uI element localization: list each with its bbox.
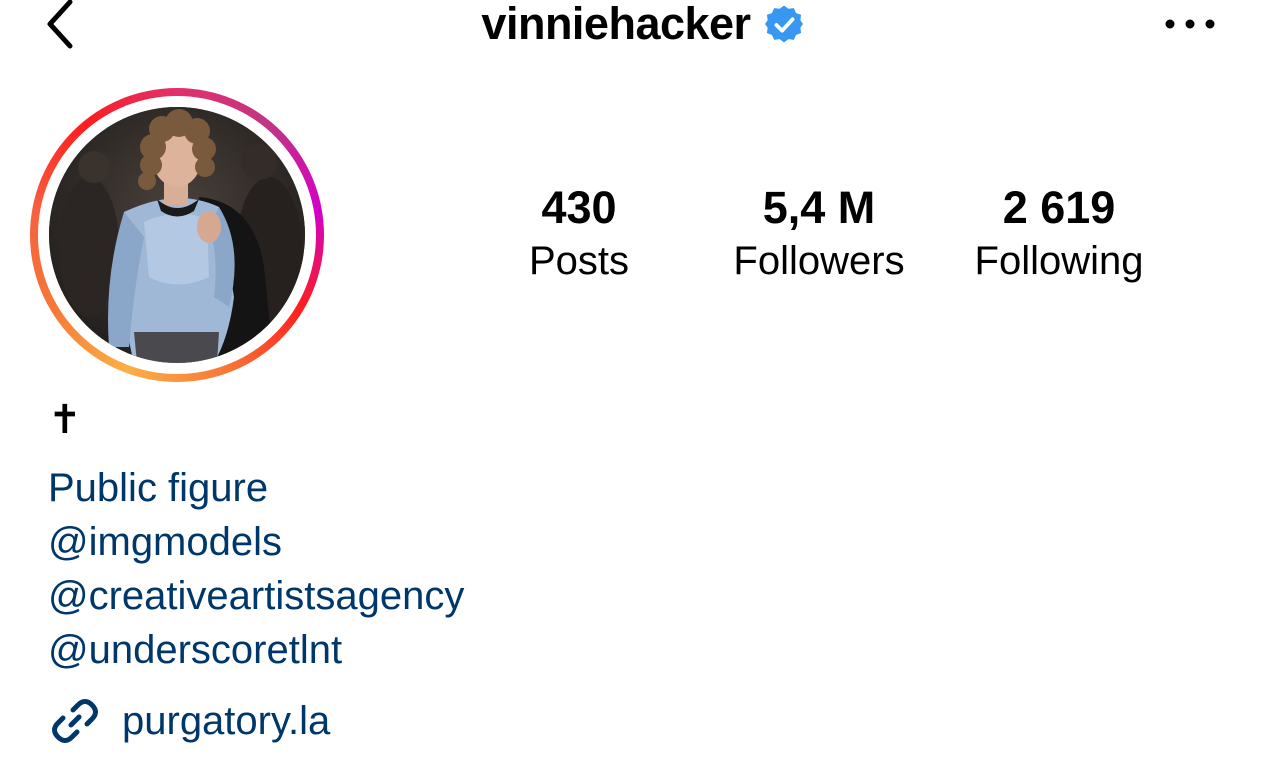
posts-stat[interactable]: 430 Posts xyxy=(459,180,699,286)
username-title: vinniehacker xyxy=(481,0,751,49)
profile-photo xyxy=(49,107,305,363)
mention-link[interactable]: @imgmodels xyxy=(48,515,464,569)
external-link[interactable]: purgatory.la xyxy=(48,693,330,749)
title-container: vinniehacker xyxy=(0,0,1284,52)
profile-header: vinniehacker xyxy=(0,0,1284,60)
avatar[interactable] xyxy=(49,107,305,363)
more-options-button[interactable] xyxy=(1150,0,1230,48)
link-icon xyxy=(52,699,98,743)
followers-stat[interactable]: 5,4 M Followers xyxy=(699,180,939,286)
following-count: 2 619 xyxy=(1002,182,1116,233)
mention-link[interactable]: @underscoretlnt xyxy=(48,623,464,677)
chevron-left-icon xyxy=(47,0,73,49)
following-stat[interactable]: 2 619 Following xyxy=(939,180,1179,286)
link-text: purgatory.la xyxy=(122,699,331,743)
category-label: Public figure xyxy=(48,466,269,510)
posts-label: Posts xyxy=(528,239,630,283)
posts-count: 430 xyxy=(541,182,617,233)
followers-label: Followers xyxy=(733,239,905,283)
back-button[interactable] xyxy=(28,0,88,52)
following-label: Following xyxy=(974,239,1144,283)
profile-name: ✝ xyxy=(48,398,82,442)
story-ring[interactable] xyxy=(30,88,324,382)
more-horizontal-icon xyxy=(1165,19,1215,29)
mention-link[interactable]: @creativeartistsagency xyxy=(48,569,464,623)
verified-badge-icon xyxy=(764,6,803,43)
followers-count: 5,4 M xyxy=(762,182,876,233)
bio: Public figure @imgmodels @creativeartist… xyxy=(48,461,464,677)
